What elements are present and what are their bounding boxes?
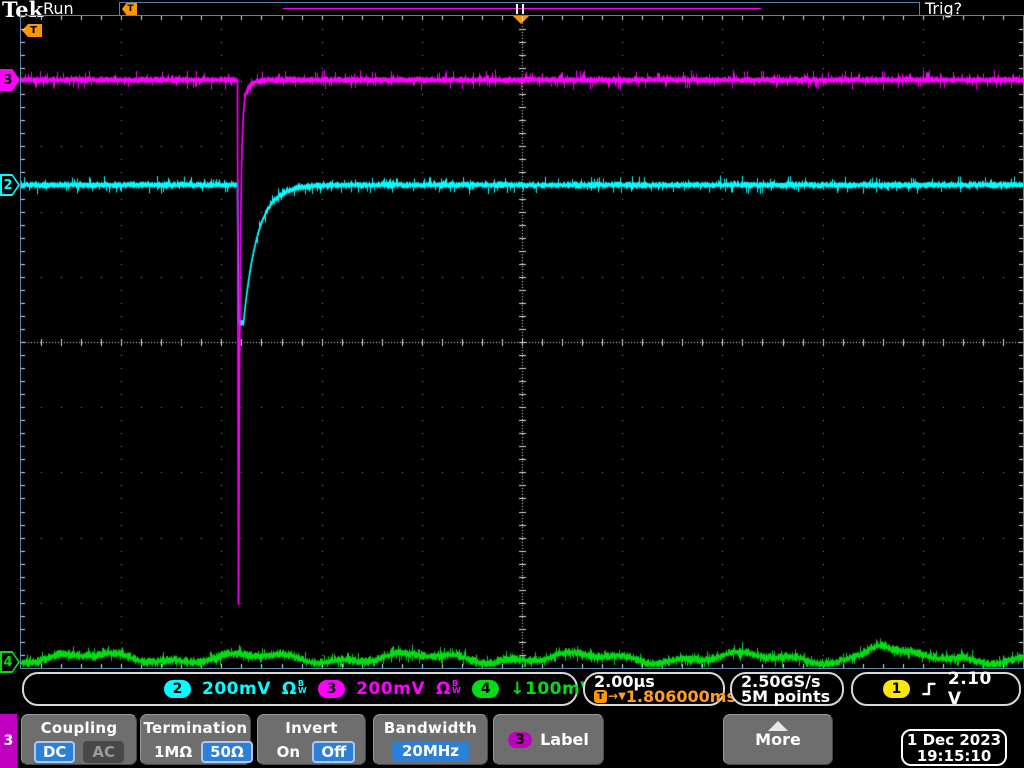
record-trigger-position-icon[interactable]: T — [122, 3, 137, 15]
ch2-bwlimit: BW — [297, 679, 308, 695]
label-channel-badge: 3 — [508, 731, 533, 748]
ch4-scale: ↓100mV — [510, 679, 594, 699]
coupling-ac-option[interactable]: AC — [83, 741, 125, 763]
record-length: 5M points — [741, 687, 831, 706]
channel3-marker[interactable]: 3 — [0, 69, 20, 91]
graticule-frame — [20, 15, 1024, 669]
ch4-badge: 4 — [472, 680, 500, 698]
date-text: 1 Dec 2023 — [906, 730, 1002, 749]
record-window-bracket[interactable] — [516, 4, 524, 14]
rising-edge-icon — [922, 682, 936, 696]
label-button[interactable]: 3 Label — [493, 714, 604, 765]
menu-channel-tab: 3 — [0, 714, 17, 768]
trigger-level: 2.10 V — [947, 669, 992, 709]
ch3-scale: 200mV — [356, 679, 425, 699]
ch2-impedance: Ω BW — [281, 679, 308, 699]
coupling-dc-option[interactable]: DC — [33, 741, 76, 763]
delay-arrow-icon: → — [608, 689, 619, 703]
invert-button[interactable]: Invert On Off — [257, 714, 366, 765]
horizontal-delay: T → ▼ 1.806000ms — [594, 689, 736, 705]
delay-trigger-icon: T — [594, 690, 607, 703]
ch2-badge: 2 — [164, 680, 191, 698]
more-button[interactable]: More — [723, 714, 833, 765]
delay-marker-icon: ▼ — [618, 691, 626, 702]
record-view-bar[interactable]: T — [119, 2, 920, 16]
invert-on-option[interactable]: On — [268, 741, 309, 763]
vertical-readouts: 2 200mV Ω BW 3 200mV Ω BW 4 ↓100mV Ω BW — [22, 672, 630, 706]
ch3-impedance: Ω BW — [436, 679, 462, 699]
coupling-button[interactable]: Coupling DC AC — [21, 714, 137, 765]
ch2-scale: 200mV — [202, 679, 271, 699]
horizontal-readout: 2.00µs T → ▼ 1.806000ms — [583, 672, 736, 706]
acquisition-readout: 2.50GS/s 5M points — [730, 672, 844, 706]
ch3-badge: 3 — [318, 680, 346, 698]
trigger-source-badge: 1 — [883, 680, 910, 698]
trigger-readout: 1 2.10 V — [851, 669, 1021, 709]
oscilloscope-screen: Tek Run Trig? T T 3 2 4 2 200mV Ω BW 3 2… — [0, 0, 1024, 768]
channel4-marker[interactable]: 4 — [0, 651, 20, 673]
bandwidth-value[interactable]: 20MHz — [391, 741, 470, 761]
termination-50-option[interactable]: 50Ω — [201, 741, 253, 763]
termination-button[interactable]: Termination 1MΩ 50Ω — [140, 714, 253, 765]
waveform-display[interactable] — [21, 16, 1023, 668]
datetime-display: 1 Dec 2023 19:15:10 — [901, 729, 1007, 766]
ch3-bwlimit: BW — [451, 679, 462, 695]
termination-1m-option[interactable]: 1MΩ — [145, 741, 201, 763]
invert-off-option[interactable]: Off — [312, 741, 356, 763]
time-text: 19:15:10 — [916, 746, 992, 765]
bandwidth-button[interactable]: Bandwidth 20MHz — [373, 714, 488, 765]
channel2-marker[interactable]: 2 — [0, 174, 20, 196]
